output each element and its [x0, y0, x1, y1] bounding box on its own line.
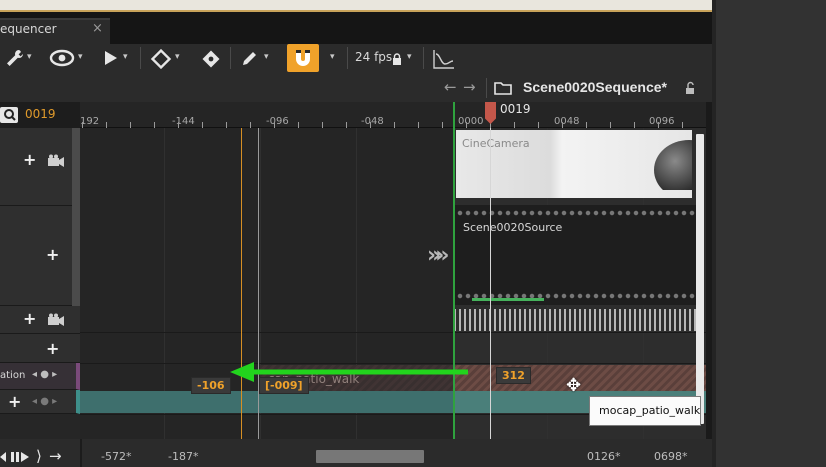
range-chevron-icon: »»	[427, 243, 450, 268]
back-arrow-icon[interactable]: ←	[444, 78, 457, 96]
key-tag-icon[interactable]	[199, 48, 223, 70]
drag-position-line	[241, 128, 242, 439]
current-frame-readout[interactable]: 0019	[25, 107, 56, 121]
ruler-tick-label: 0000	[458, 116, 484, 127]
outliner-scrollbar[interactable]	[72, 128, 80, 306]
ruler-tick-label: -144	[172, 116, 195, 127]
key-nav-icons[interactable]: ◂ ● ▸	[32, 369, 57, 380]
ruler-tick-label: 0048	[554, 116, 580, 127]
outliner-row-camera-cut[interactable]	[0, 306, 80, 334]
forward-arrow-icon[interactable]: →	[463, 78, 476, 96]
drag-end-badge: 312	[496, 367, 531, 384]
track-vertical-scrollbar[interactable]	[696, 134, 704, 424]
camera-section-label: CineCamera	[462, 137, 530, 150]
panel-divider[interactable]	[712, 0, 716, 467]
outliner-row-shot[interactable]	[0, 206, 72, 306]
ruler-tick-label: -096	[266, 116, 289, 127]
chevron-down-icon[interactable]: ▾	[264, 52, 269, 62]
animation-row-label: ation	[0, 370, 26, 381]
track-divider	[80, 332, 706, 333]
transport-separator	[80, 439, 82, 467]
right-panel-background	[712, 0, 826, 467]
camera-icon[interactable]	[47, 312, 65, 331]
curve-editor-icon[interactable]	[431, 48, 457, 70]
playback-start-marker[interactable]	[453, 102, 455, 439]
chevron-down-icon[interactable]: ▾	[330, 52, 335, 62]
shot-section-label: Scene0020Source	[463, 221, 563, 234]
ruler-tick-label: 0096	[649, 116, 675, 127]
viewport-strip	[0, 0, 712, 12]
add-track-plus-icon[interactable]: +	[8, 392, 21, 411]
working-range-start[interactable]: -187*	[168, 450, 198, 463]
playhead-frame-label: 0019	[500, 102, 531, 116]
sequence-name[interactable]: Scene0020Sequence*	[523, 79, 667, 95]
toolbar-separator	[423, 47, 424, 69]
chevron-down-icon[interactable]: ▾	[407, 52, 412, 62]
jump-end-icon[interactable]: ⟩	[36, 447, 42, 465]
folder-icon[interactable]	[494, 80, 512, 99]
search-icon[interactable]	[0, 107, 18, 123]
magnet-icon	[296, 50, 310, 66]
chevron-down-icon[interactable]: ▾	[175, 52, 180, 62]
add-track-plus-icon[interactable]: +	[23, 309, 36, 328]
play-forward-icon[interactable]	[10, 449, 30, 467]
nav-separator	[486, 78, 487, 98]
playhead-line[interactable]	[490, 128, 491, 439]
ruler-tick-label: -048	[361, 116, 384, 127]
view-range-end[interactable]: 0698*	[654, 450, 688, 463]
working-range-end[interactable]: 0126*	[587, 450, 621, 463]
toolbar-separator	[140, 47, 141, 69]
outliner-row-folder[interactable]	[0, 334, 80, 363]
drag-direction-arrow	[230, 362, 468, 382]
shot-progress-bar	[472, 298, 544, 301]
toolbar-separator	[347, 47, 348, 69]
snap-toggle-button[interactable]	[287, 44, 319, 72]
frame-rate-label[interactable]: 24 fps	[355, 50, 392, 64]
pencil-icon[interactable]	[239, 48, 261, 70]
tab-label: equencer	[0, 22, 57, 36]
chevron-down-icon[interactable]: ▾	[123, 52, 128, 62]
chevron-down-icon[interactable]: ▾	[27, 52, 32, 62]
film-perforations	[456, 210, 696, 216]
eye-icon[interactable]	[48, 48, 76, 70]
camera-icon[interactable]	[47, 153, 65, 172]
drag-start-offset-badge: -106	[191, 377, 231, 394]
toolbar-separator	[230, 47, 231, 69]
key-nav-icons[interactable]: ◂ ● ▸	[32, 396, 57, 407]
add-track-plus-icon[interactable]: +	[23, 150, 36, 169]
move-cursor-icon: ✥	[566, 375, 582, 396]
tab-close-icon[interactable]: ×	[92, 21, 103, 36]
wrench-icon[interactable]	[4, 48, 26, 70]
play-icon[interactable]	[100, 48, 120, 70]
timeline-horizontal-scrollbar[interactable]	[316, 450, 424, 463]
add-track-plus-icon[interactable]: +	[46, 339, 59, 358]
view-range-start[interactable]: -572*	[101, 450, 131, 463]
add-track-plus-icon[interactable]: +	[46, 245, 59, 264]
key-diamond-icon[interactable]	[149, 48, 173, 70]
lock-icon[interactable]	[391, 48, 403, 70]
chevron-down-icon[interactable]: ▾	[78, 52, 83, 62]
loop-icon[interactable]: →	[49, 447, 62, 465]
tooltip-text: mocap_patio_walk	[599, 404, 701, 417]
lock-open-icon[interactable]	[684, 80, 696, 99]
